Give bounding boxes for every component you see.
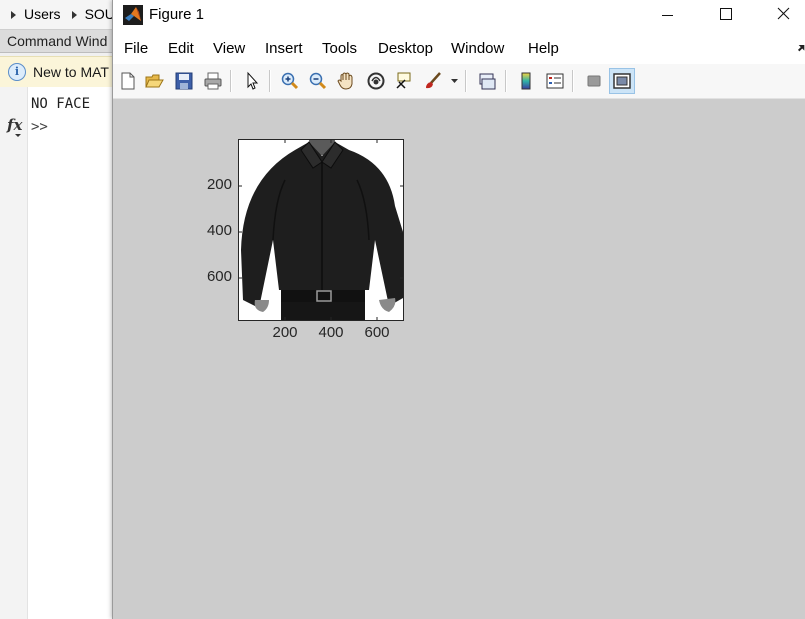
menu-view[interactable]: View [213,40,245,57]
menu-tools[interactable]: Tools [322,40,357,57]
y-tick-label: 200 [206,176,232,193]
toolbar-separator [269,70,271,92]
dock-arrow-icon[interactable] [797,44,805,53]
brush-dropdown-arrow-icon[interactable] [451,79,458,84]
breadcrumb-item-users[interactable]: Users [24,6,61,22]
maximize-icon [720,8,732,20]
pan-hand-icon [337,72,353,90]
x-tick-label: 600 [364,324,390,341]
y-tick-label: 400 [206,222,232,239]
maximize-button[interactable] [696,0,754,30]
rotate-3d-icon [367,72,385,90]
y-tick-label: 600 [206,268,232,285]
edit-plot-pointer-icon [247,71,259,90]
menu-insert[interactable]: Insert [265,40,303,57]
function-browser-icon[interactable]: fx [7,116,22,137]
menu-desktop[interactable]: Desktop [378,40,433,57]
close-button[interactable] [754,0,805,30]
command-window-title[interactable]: Command Wind [0,30,113,53]
print-button[interactable] [200,68,226,94]
show-plot-tools-icon [613,73,631,89]
pan-button[interactable] [333,68,359,94]
toolbar-separator [505,70,507,92]
print-icon [204,72,222,90]
menu-edit[interactable]: Edit [168,40,194,57]
zoom-in-icon [281,72,299,90]
minimize-button[interactable] [638,0,696,30]
minimize-icon [662,15,673,16]
breadcrumb-item-sou[interactable]: SOU [85,6,113,22]
new-figure-icon [121,72,135,90]
info-bar[interactable]: i New to MAT [0,56,113,88]
insert-legend-icon [546,73,564,89]
menu-file[interactable]: File [124,40,148,57]
link-plot-icon [479,73,496,90]
link-plot-button[interactable] [474,68,500,94]
command-output: NO FACE [31,96,91,112]
menu-window[interactable]: Window [451,40,504,57]
open-file-icon [145,74,164,88]
rotate-3d-button[interactable] [363,68,389,94]
show-plot-tools-button[interactable] [609,68,635,94]
data-cursor-button[interactable] [392,68,418,94]
insert-colorbar-icon [521,72,531,90]
menu-help[interactable]: Help [528,40,559,57]
breadcrumb-arrow-icon[interactable] [71,11,77,20]
edit-plot-button[interactable] [239,68,265,94]
breadcrumb: Users SOU [0,0,113,30]
toolbar-separator [465,70,467,92]
figure-window: Figure 1 File Edit View Insert Tools Des… [112,0,805,619]
matlab-desktop: Users SOU Command Wind i New to MAT fx NO… [0,0,113,619]
zoom-in-button[interactable] [277,68,303,94]
save-icon [175,72,193,90]
menu-bar: File Edit View Insert Tools Desktop Wind… [113,36,805,62]
open-file-button[interactable] [141,68,167,94]
data-cursor-icon [396,72,411,89]
matlab-logo-icon [123,5,143,25]
close-icon [777,7,790,20]
insert-colorbar-button[interactable] [513,68,539,94]
x-tick-label: 400 [318,324,344,341]
command-gutter: fx [0,87,28,619]
command-prompt[interactable]: >> [31,119,48,135]
info-icon: i [8,63,26,81]
figure-canvas[interactable]: 200 400 600 200 400 600 [113,99,805,619]
brush-button[interactable] [420,68,446,94]
toolbar-separator [230,70,232,92]
brush-icon [426,72,441,89]
new-figure-button[interactable] [115,68,141,94]
info-bar-text[interactable]: New to MAT [33,57,109,87]
zoom-out-icon [309,72,327,90]
image-axes[interactable] [238,139,404,321]
hide-plot-tools-icon [587,75,601,87]
x-tick-label: 200 [272,324,298,341]
displayed-image [239,140,403,320]
title-bar[interactable]: Figure 1 [113,0,805,30]
breadcrumb-arrow-icon[interactable] [11,11,16,20]
toolbar-separator [572,70,574,92]
zoom-out-button[interactable] [305,68,331,94]
toolbar [113,64,805,99]
insert-legend-button[interactable] [542,68,568,94]
figure-title: Figure 1 [149,6,205,23]
save-button[interactable] [171,68,197,94]
command-window[interactable]: fx NO FACE >> [0,87,113,619]
hide-plot-tools-button[interactable] [581,68,607,94]
